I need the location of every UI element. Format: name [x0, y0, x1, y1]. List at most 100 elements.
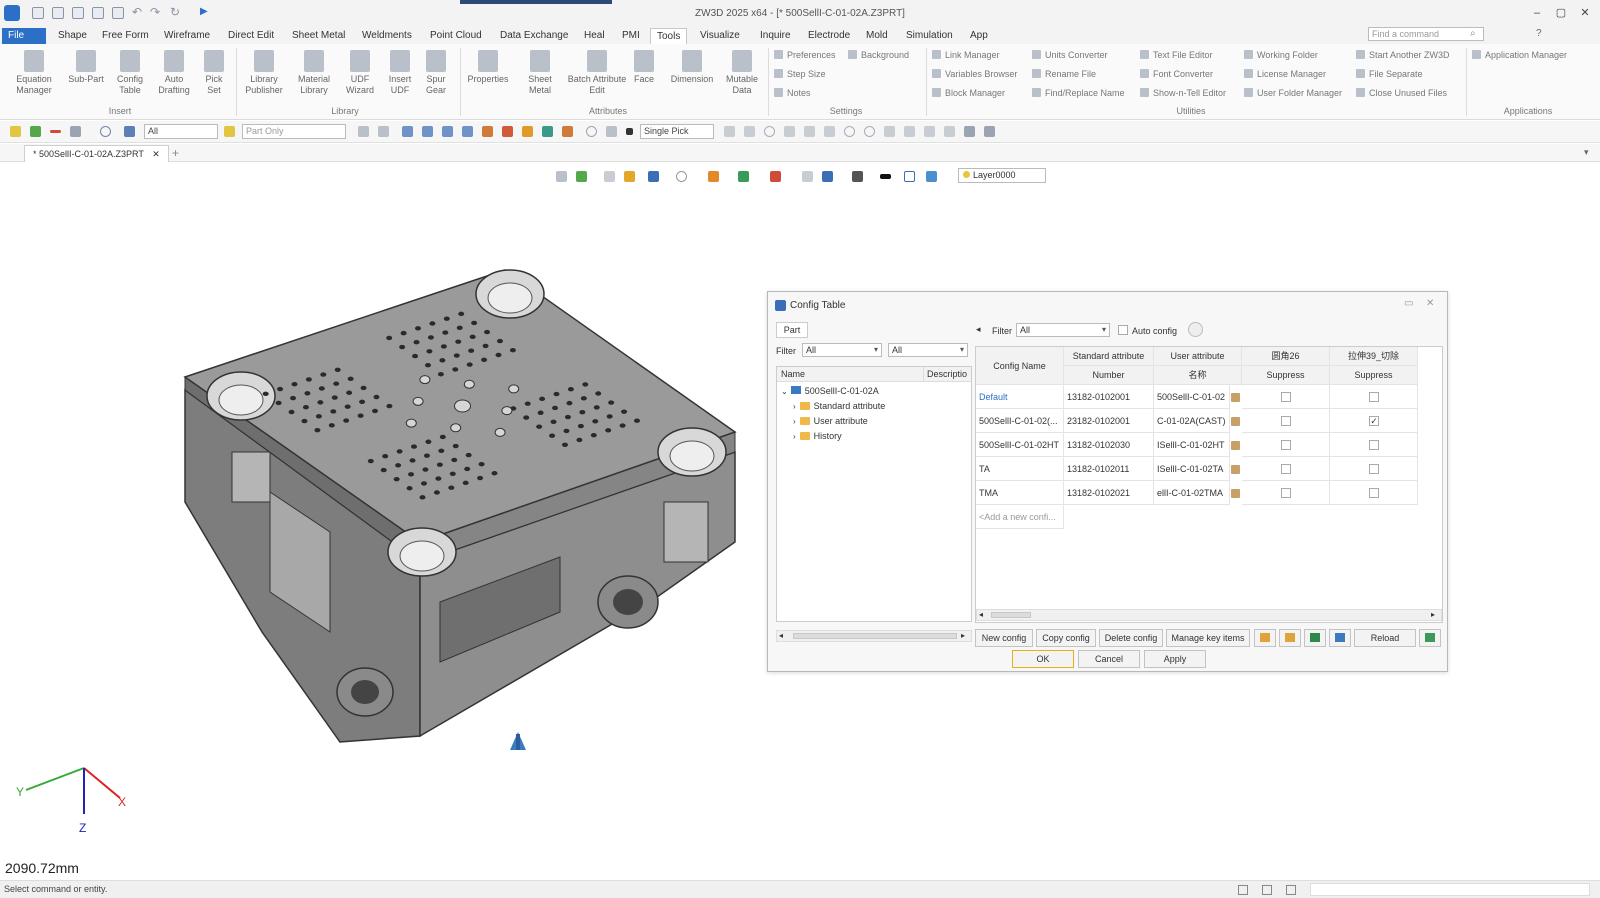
number-cell[interactable]: 13182-0102021 [1064, 481, 1154, 505]
menu-data-exchange[interactable]: Data Exchange [494, 28, 574, 44]
number-cell[interactable]: 23182-0102001 [1064, 409, 1154, 433]
suppress-checkbox[interactable] [1369, 464, 1379, 474]
pick-set-button[interactable]: Pick Set [192, 50, 236, 96]
menu-direct-edit[interactable]: Direct Edit [222, 28, 280, 44]
toolbar-tool-icon[interactable] [442, 126, 453, 137]
view-toolbar-icon[interactable] [738, 171, 749, 182]
view-toolbar-icon[interactable] [708, 171, 719, 182]
number-cell[interactable]: 13182-0102011 [1064, 457, 1154, 481]
filter-icon[interactable] [70, 126, 81, 137]
ok-button[interactable]: OK [1012, 650, 1074, 668]
link-manager-button[interactable]: Link Manager [932, 48, 1000, 62]
sheet-metal-attr-button[interactable]: Sheet Metal [518, 50, 562, 96]
tree-node-user-attribute[interactable]: › User attribute [777, 414, 971, 429]
attribute-tree[interactable]: Name Descriptio ⌄ 500SellI-C-01-02A › Stan… [776, 366, 972, 622]
toolbar-tool-icon[interactable] [804, 126, 815, 137]
close-tab-icon[interactable]: ✕ [152, 149, 160, 159]
toolbar-tool-icon[interactable] [522, 126, 533, 137]
scroll-right-icon[interactable]: ▸ [1431, 610, 1435, 619]
status-icon[interactable] [1238, 885, 1248, 895]
config-name-cell[interactable]: 500SellI-C-01-02HT [976, 433, 1064, 457]
remove-icon[interactable] [50, 130, 61, 133]
suppress-checkbox[interactable] [1369, 440, 1379, 450]
save-icon[interactable] [72, 7, 84, 19]
scroll-left-icon[interactable]: ◂ [979, 610, 983, 619]
dimension-attr-button[interactable]: Dimension [664, 50, 720, 85]
auto-config-checkbox[interactable] [1118, 325, 1128, 335]
apply-button[interactable]: Apply [1144, 650, 1206, 668]
suppress-checkbox[interactable] [1281, 464, 1291, 474]
collapse-icon[interactable]: ⌄ [781, 387, 788, 396]
maximize-icon[interactable]: ▢ [1554, 6, 1568, 20]
excel-icon[interactable] [1304, 629, 1326, 647]
suppress-checkbox[interactable] [1369, 488, 1379, 498]
print-icon[interactable] [112, 7, 124, 19]
left-filter-select-2[interactable]: All [888, 343, 968, 357]
select-icon[interactable] [10, 126, 21, 137]
view-toolbar-icon[interactable] [852, 171, 863, 182]
start-another-zw3d-button[interactable]: Start Another ZW3D [1356, 48, 1450, 62]
toolbar-tool-icon[interactable] [378, 126, 389, 137]
toolbar-tool-icon[interactable] [744, 126, 755, 137]
tree-node-standard-attribute[interactable]: › Standard attribute [777, 399, 971, 414]
help-icon[interactable]: ? [1536, 28, 1542, 39]
suppress-checkbox[interactable] [1281, 416, 1291, 426]
delete-config-button[interactable]: Delete config [1099, 629, 1163, 647]
tree-node-history[interactable]: › History [777, 429, 971, 444]
menu-point-cloud[interactable]: Point Cloud [424, 28, 488, 44]
toolbar-tool-icon[interactable] [402, 126, 413, 137]
menu-heal[interactable]: Heal [578, 28, 611, 44]
toolbar-tool-icon[interactable] [606, 126, 617, 137]
scroll-right-icon[interactable]: ▸ [961, 631, 965, 640]
status-icon[interactable] [1262, 885, 1272, 895]
scope-select[interactable]: Part Only [242, 124, 346, 139]
toolbar-tool-icon[interactable] [358, 126, 369, 137]
tab-overflow-icon[interactable]: ▾ [1584, 147, 1589, 158]
toolbar-tool-icon[interactable] [864, 126, 875, 137]
toolbar-tool-icon[interactable] [562, 126, 573, 137]
scroll-left-icon[interactable]: ◂ [779, 631, 783, 640]
add-config-row[interactable]: <Add a new confi... [976, 505, 1064, 529]
part-model[interactable] [183, 269, 737, 743]
refresh-icon[interactable] [224, 126, 235, 137]
scroll-thumb[interactable] [991, 612, 1031, 618]
menu-visualize[interactable]: Visualize [694, 28, 746, 44]
edit-icon[interactable] [1231, 393, 1240, 402]
view-toolbar-icon[interactable] [624, 171, 635, 182]
view-toolbar-icon[interactable] [604, 171, 615, 182]
copy-config-button[interactable]: Copy config [1036, 629, 1096, 647]
menu-free-form[interactable]: Free Form [96, 28, 155, 44]
undo-icon[interactable]: ↶ [132, 5, 142, 19]
run-icon[interactable]: ▶ [200, 6, 208, 17]
edit-icon[interactable] [1231, 417, 1240, 426]
units-converter-button[interactable]: Units Converter [1032, 48, 1108, 62]
view-toolbar-icon[interactable] [880, 174, 891, 179]
show-n-tell-editor-button[interactable]: Show-n-Tell Editor [1140, 86, 1226, 100]
save-all-icon[interactable] [92, 7, 104, 19]
face-attr-button[interactable]: Face [626, 50, 662, 85]
import-icon[interactable] [1254, 629, 1276, 647]
library-publisher-button[interactable]: Library Publisher [242, 50, 286, 96]
udf-wizard-button[interactable]: UDF Wizard [338, 50, 382, 96]
command-search-input[interactable]: Find a command [1368, 27, 1484, 41]
variables-browser-button[interactable]: Variables Browser [932, 67, 1017, 81]
new-config-button[interactable]: New config [975, 629, 1033, 647]
expand-icon[interactable]: › [793, 417, 796, 426]
pick-filter-icon[interactable] [124, 126, 135, 137]
working-folder-button[interactable]: Working Folder [1244, 48, 1318, 62]
stop-icon[interactable] [626, 128, 633, 135]
menu-inquire[interactable]: Inquire [754, 28, 797, 44]
material-library-button[interactable]: Material Library [292, 50, 336, 96]
user-attr-cell[interactable]: C-01-02A(CAST) [1154, 409, 1230, 433]
application-manager-button[interactable]: Application Manager [1472, 48, 1567, 62]
table-icon[interactable] [1329, 629, 1351, 647]
toolbar-tool-icon[interactable] [924, 126, 935, 137]
right-filter-select[interactable]: All [1016, 323, 1110, 337]
redo-icon[interactable]: ↷ [150, 5, 160, 19]
config-name-cell[interactable]: TA [976, 457, 1064, 481]
text-file-editor-button[interactable]: Text File Editor [1140, 48, 1213, 62]
user-attr-cell[interactable]: ISellI-C-01-02TA [1154, 457, 1230, 481]
file-separate-button[interactable]: File Separate [1356, 67, 1423, 81]
background-button[interactable]: Background [848, 48, 909, 62]
menu-electrode[interactable]: Electrode [802, 28, 856, 44]
